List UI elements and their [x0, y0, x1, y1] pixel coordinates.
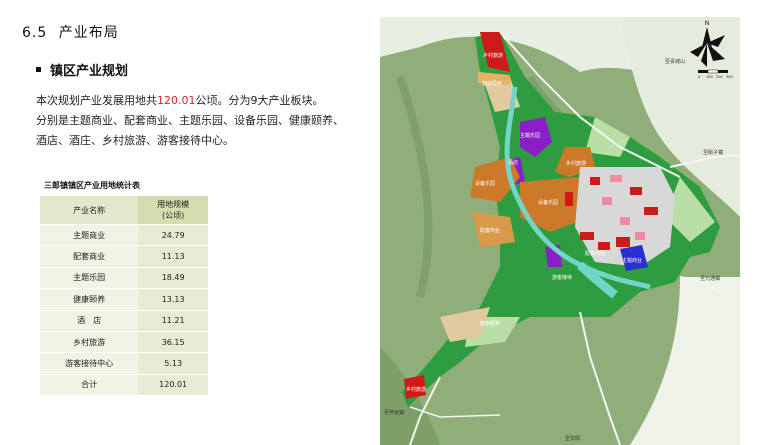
scale-label: 300	[726, 75, 733, 79]
zone-label: 乡村旅游	[566, 160, 586, 167]
zone-label: 乡村旅游	[483, 52, 503, 59]
table-row: 酒 店 11.21	[40, 310, 208, 332]
paragraph-text: 公顷。分为9大产业板块。	[195, 94, 324, 107]
pink-block	[602, 197, 612, 205]
table-row: 主题商业 24.79	[40, 224, 208, 247]
zone-label: 健康颐养	[480, 320, 500, 327]
industry-land-table: 产业名称 用地规模 (公顷) 主题商业 24.79 配套商业 11.13 主题乐园 1…	[40, 196, 208, 397]
direction-label: 至青城山	[665, 58, 685, 65]
section-heading: 6.5 产业布局	[22, 22, 119, 42]
paragraph-line-1: 本次规划产业发展用地共120.01公顷。分为9大产业板块。	[36, 91, 371, 111]
intro-paragraph: 本次规划产业发展用地共120.01公顷。分为9大产业板块。 分别是主题商业、配套…	[36, 91, 371, 151]
red-block	[565, 192, 573, 206]
red-block	[598, 242, 610, 250]
table-row: 游客接待中心 5.13	[40, 352, 208, 375]
paragraph-text: 本次规划产业发展用地共	[36, 94, 157, 107]
scale-label: 200	[716, 75, 723, 79]
row-value: 24.79	[138, 224, 208, 247]
table-row: 健康颐养 13.13	[40, 288, 208, 311]
header-area-line2: (公顷)	[162, 211, 185, 220]
direction-label: 至华阳	[565, 435, 580, 442]
row-name: 主题乐园	[40, 267, 139, 290]
table-header-row: 产业名称 用地规模 (公顷)	[40, 196, 208, 225]
section-title: 产业布局	[58, 25, 119, 41]
table-row: 主题乐园 18.49	[40, 267, 208, 290]
red-block	[644, 207, 658, 215]
scale-label: 100	[706, 75, 713, 79]
paragraph-line-2: 分别是主题商业、配套商业、主题乐园、设备乐园、健康颐养、	[36, 114, 344, 127]
subsection-title: 镇区产业规划	[50, 64, 129, 79]
zone-label: 设备乐园	[538, 199, 558, 206]
zone-label: 配套商业	[480, 227, 500, 234]
row-value: 120.01	[138, 374, 208, 397]
highlight-area-value: 120.01	[157, 94, 196, 107]
paragraph-line-3: 酒店、酒庄、乡村旅游、游客接待中心。	[36, 134, 234, 147]
zone-label: 酒店	[508, 159, 518, 166]
table-caption: 三郎镇镇区产业用地统计表	[44, 181, 140, 190]
row-name: 酒 店	[40, 310, 139, 332]
row-value: 11.13	[138, 245, 208, 268]
zone-label: 健康颐养	[482, 80, 502, 87]
header-industry-name: 产业名称	[40, 196, 139, 225]
pink-block	[610, 175, 622, 182]
row-name: 主题商业	[40, 224, 139, 247]
subsection-heading: 镇区产业规划	[36, 60, 128, 79]
direction-label: 至街子镇	[703, 149, 723, 156]
red-block	[630, 187, 642, 195]
bullet-square-icon	[36, 67, 41, 72]
header-area-line1: 用地规模	[157, 200, 190, 209]
planning-map: N 0 100 200 300 至青城山 至街子镇 至元通镇 至怀远镇 至华阳 …	[380, 17, 740, 445]
zone-label: 乡村旅游	[406, 386, 426, 393]
section-number: 6.5	[22, 25, 48, 41]
red-block	[616, 237, 630, 247]
direction-label: 至怀远镇	[384, 409, 404, 416]
row-value: 13.13	[138, 288, 208, 311]
scale-label: 0	[698, 75, 700, 79]
zone-label: 游客接待	[552, 274, 572, 281]
red-block	[590, 177, 600, 185]
row-name: 游客接待中心	[40, 352, 139, 375]
table-row: 配套商业 11.13	[40, 245, 208, 268]
row-value: 36.15	[138, 331, 208, 354]
row-name: 健康颐养	[40, 288, 139, 311]
zone-label: 主题商业	[622, 257, 642, 264]
pink-block	[635, 232, 645, 240]
zone-label: 设备乐园	[475, 180, 495, 187]
header-land-area: 用地规模 (公顷)	[138, 196, 208, 225]
pink-block	[620, 217, 630, 225]
planning-map-svg: N 0 100 200 300 至青城山 至街子镇 至元通镇 至怀远镇 至华阳 …	[380, 17, 740, 445]
row-value: 11.21	[138, 310, 208, 332]
table-row-total: 合计 120.01	[40, 374, 208, 397]
row-name: 合计	[40, 374, 139, 397]
row-value: 5.13	[138, 352, 208, 375]
row-name: 配套商业	[40, 245, 139, 268]
table-row: 乡村旅游 36.15	[40, 331, 208, 354]
direction-label: 至元通镇	[700, 275, 720, 282]
row-name: 乡村旅游	[40, 331, 139, 354]
north-label: N	[705, 20, 710, 27]
row-value: 18.49	[138, 267, 208, 290]
zone-label: 配套商业	[585, 250, 605, 257]
red-block	[580, 232, 594, 240]
zone-label: 主题乐园	[520, 132, 540, 139]
